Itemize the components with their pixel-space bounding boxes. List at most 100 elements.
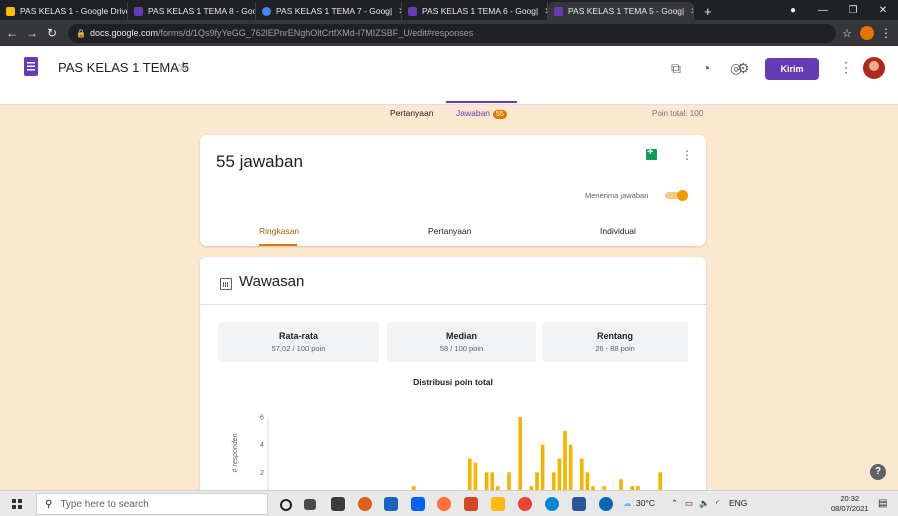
stat-label: Median [445, 331, 477, 341]
browser-tab[interactable]: PAS KELAS 1 TEMA 6 - Goog| ✕ [402, 2, 548, 20]
responses-count-badge: 55 [493, 110, 507, 119]
google-forms-logo-icon[interactable] [24, 57, 38, 76]
chrome-icon[interactable] [518, 497, 532, 511]
dropbox-icon[interactable] [411, 497, 425, 511]
tab-title: PAS KELAS 1 TEMA 8 - Goog| [148, 6, 256, 16]
responses-card: 55 jawaban ⋮ Menerima jawaban Ringkasan … [200, 135, 706, 246]
browser-tab[interactable]: PAS KELAS 1 - Google Drive ✕ [0, 2, 128, 20]
chart-bar [580, 458, 584, 490]
tab-responses[interactable]: Jawaban 55 [456, 108, 507, 119]
points-distribution-chart: # responden 2 4 6 [232, 415, 663, 490]
chart-bar [540, 444, 545, 490]
chart-bar [518, 417, 523, 490]
mail-icon[interactable] [384, 497, 398, 511]
back-icon[interactable]: ← [4, 26, 20, 40]
firefox-icon[interactable] [437, 497, 451, 511]
tray-chevron-icon[interactable]: ⌃ [671, 498, 678, 509]
battery-icon[interactable]: ▭ [685, 498, 693, 509]
taskbar-search[interactable]: ⚲ Type here to search [36, 493, 268, 515]
browser-tab[interactable]: PAS KELAS 1 TEMA 8 - Goog| ✕ [128, 2, 256, 20]
powerpoint-icon[interactable] [464, 497, 478, 511]
search-icon: ⚲ [45, 498, 53, 510]
restore-icon[interactable]: ❐ [838, 5, 868, 16]
palette-icon[interactable]: ◔ [702, 60, 710, 76]
weather-icon: ☁ [623, 498, 632, 508]
store-icon[interactable] [331, 497, 345, 511]
tab-title: PAS KELAS 1 TEMA 6 - Goog| [422, 6, 539, 16]
word-icon[interactable] [572, 497, 586, 511]
sheets-icon[interactable] [646, 146, 657, 160]
google-forms-icon [134, 6, 143, 16]
cortana-icon[interactable] [280, 499, 292, 511]
browser-tab[interactable]: PAS KELAS 1 TEMA 7 - Goog| ✕ [256, 2, 402, 20]
taskbar: ⚲ Type here to search ☁ 30°C ⌃ ▭ 🔈 ◜ ENG… [0, 490, 898, 516]
subtab-individual[interactable]: Individual [600, 226, 636, 236]
profile-icon[interactable] [860, 26, 874, 40]
stat-label: Rentang [597, 331, 633, 341]
notification-icon[interactable]: ▤ [878, 498, 887, 509]
form-title[interactable]: PAS KELAS 1 TEMA 5 [58, 60, 189, 75]
chart-bar [563, 430, 567, 490]
tab-title: PAS KELAS 1 TEMA 5 - Goog| [568, 6, 685, 16]
browser-tab-strip: PAS KELAS 1 - Google Drive ✕ PAS KELAS 1… [0, 0, 898, 20]
addon-icon[interactable]: ⧉ [671, 60, 681, 77]
lock-icon: 🔒 [76, 28, 86, 38]
subtab-summary[interactable]: Ringkasan [259, 226, 299, 236]
accepting-responses-label: Menerima jawaban [585, 191, 649, 200]
clock[interactable]: 20:32 08/07/2021 [831, 494, 869, 514]
volume-icon[interactable]: 🔈 [699, 498, 710, 509]
edge-icon[interactable] [545, 497, 559, 511]
browser-tab-active[interactable]: PAS KELAS 1 TEMA 5 - Goog| ✕ [548, 2, 694, 20]
address-bar[interactable]: 🔒 docs.google.com/forms/d/1Qs9fyYeGG_762… [68, 23, 837, 43]
app-icon[interactable] [358, 497, 372, 511]
search-placeholder: Type here to search [60, 498, 149, 510]
tab-title: PAS KELAS 1 TEMA 7 - Goog| [276, 6, 393, 16]
minimize-icon[interactable]: — [808, 5, 838, 16]
google-drive-icon [6, 6, 15, 16]
forward-icon[interactable]: → [24, 26, 40, 40]
forms-header: PAS KELAS 1 TEMA 5 ☆ ⧉ ◔ ◎ ⚙ Kirim ⋮ Per… [0, 46, 898, 119]
toggle-knob [677, 190, 688, 201]
y-tick-label: 2 [260, 470, 264, 477]
reload-icon[interactable]: ↻ [44, 26, 60, 40]
windows-start-icon[interactable] [12, 499, 22, 509]
send-button[interactable]: Kirim [765, 58, 819, 80]
tab-questions[interactable]: Pertanyaan [390, 108, 433, 118]
weather-temperature[interactable]: 30°C [636, 498, 655, 508]
browser-menu-icon[interactable]: ⋮ [880, 26, 892, 40]
task-view-icon[interactable] [304, 499, 316, 510]
avatar[interactable] [863, 57, 885, 79]
help-button[interactable]: ? [870, 464, 886, 480]
close-tab-icon[interactable]: ✕ [684, 6, 693, 17]
close-tab-icon[interactable]: ✕ [392, 6, 401, 17]
wifi-icon[interactable]: ◜ [716, 498, 719, 509]
settings-gear-icon[interactable]: ⚙ [737, 60, 750, 77]
close-tab-icon[interactable]: ✕ [538, 6, 547, 17]
chart-bar [557, 458, 562, 490]
divider [200, 304, 706, 305]
google-forms-icon [554, 6, 563, 16]
chart-bar [507, 472, 511, 490]
file-explorer-icon[interactable] [491, 497, 505, 511]
language-indicator[interactable]: ENG [729, 498, 747, 508]
more-options-icon[interactable]: ⋮ [839, 59, 853, 76]
star-icon[interactable]: ☆ [177, 58, 190, 75]
responses-count: 55 jawaban [216, 152, 303, 171]
google-forms-icon [408, 6, 417, 16]
tab-search-icon[interactable]: ● [778, 5, 808, 16]
chart-bar [535, 472, 539, 490]
help-app-icon[interactable] [599, 497, 613, 511]
window-controls: ● — ❐ ✕ [778, 0, 898, 20]
tab-title: PAS KELAS 1 - Google Drive [20, 6, 128, 16]
insights-chart-icon [220, 278, 232, 290]
chart-bar [585, 472, 590, 490]
clock-date: 08/07/2021 [831, 504, 869, 513]
bookmark-star-icon[interactable]: ☆ [842, 27, 852, 40]
insights-card: Wawasan Rata-rata 57,02 / 100 poin Media… [200, 257, 706, 490]
subtab-question[interactable]: Pertanyaan [428, 226, 471, 236]
close-window-icon[interactable]: ✕ [868, 5, 898, 16]
new-tab-button[interactable]: + [694, 2, 722, 20]
stat-median: Median 58 / 100 poin [387, 322, 536, 362]
accepting-responses-toggle[interactable] [665, 190, 689, 201]
more-options-icon[interactable]: ⋮ [681, 148, 693, 162]
